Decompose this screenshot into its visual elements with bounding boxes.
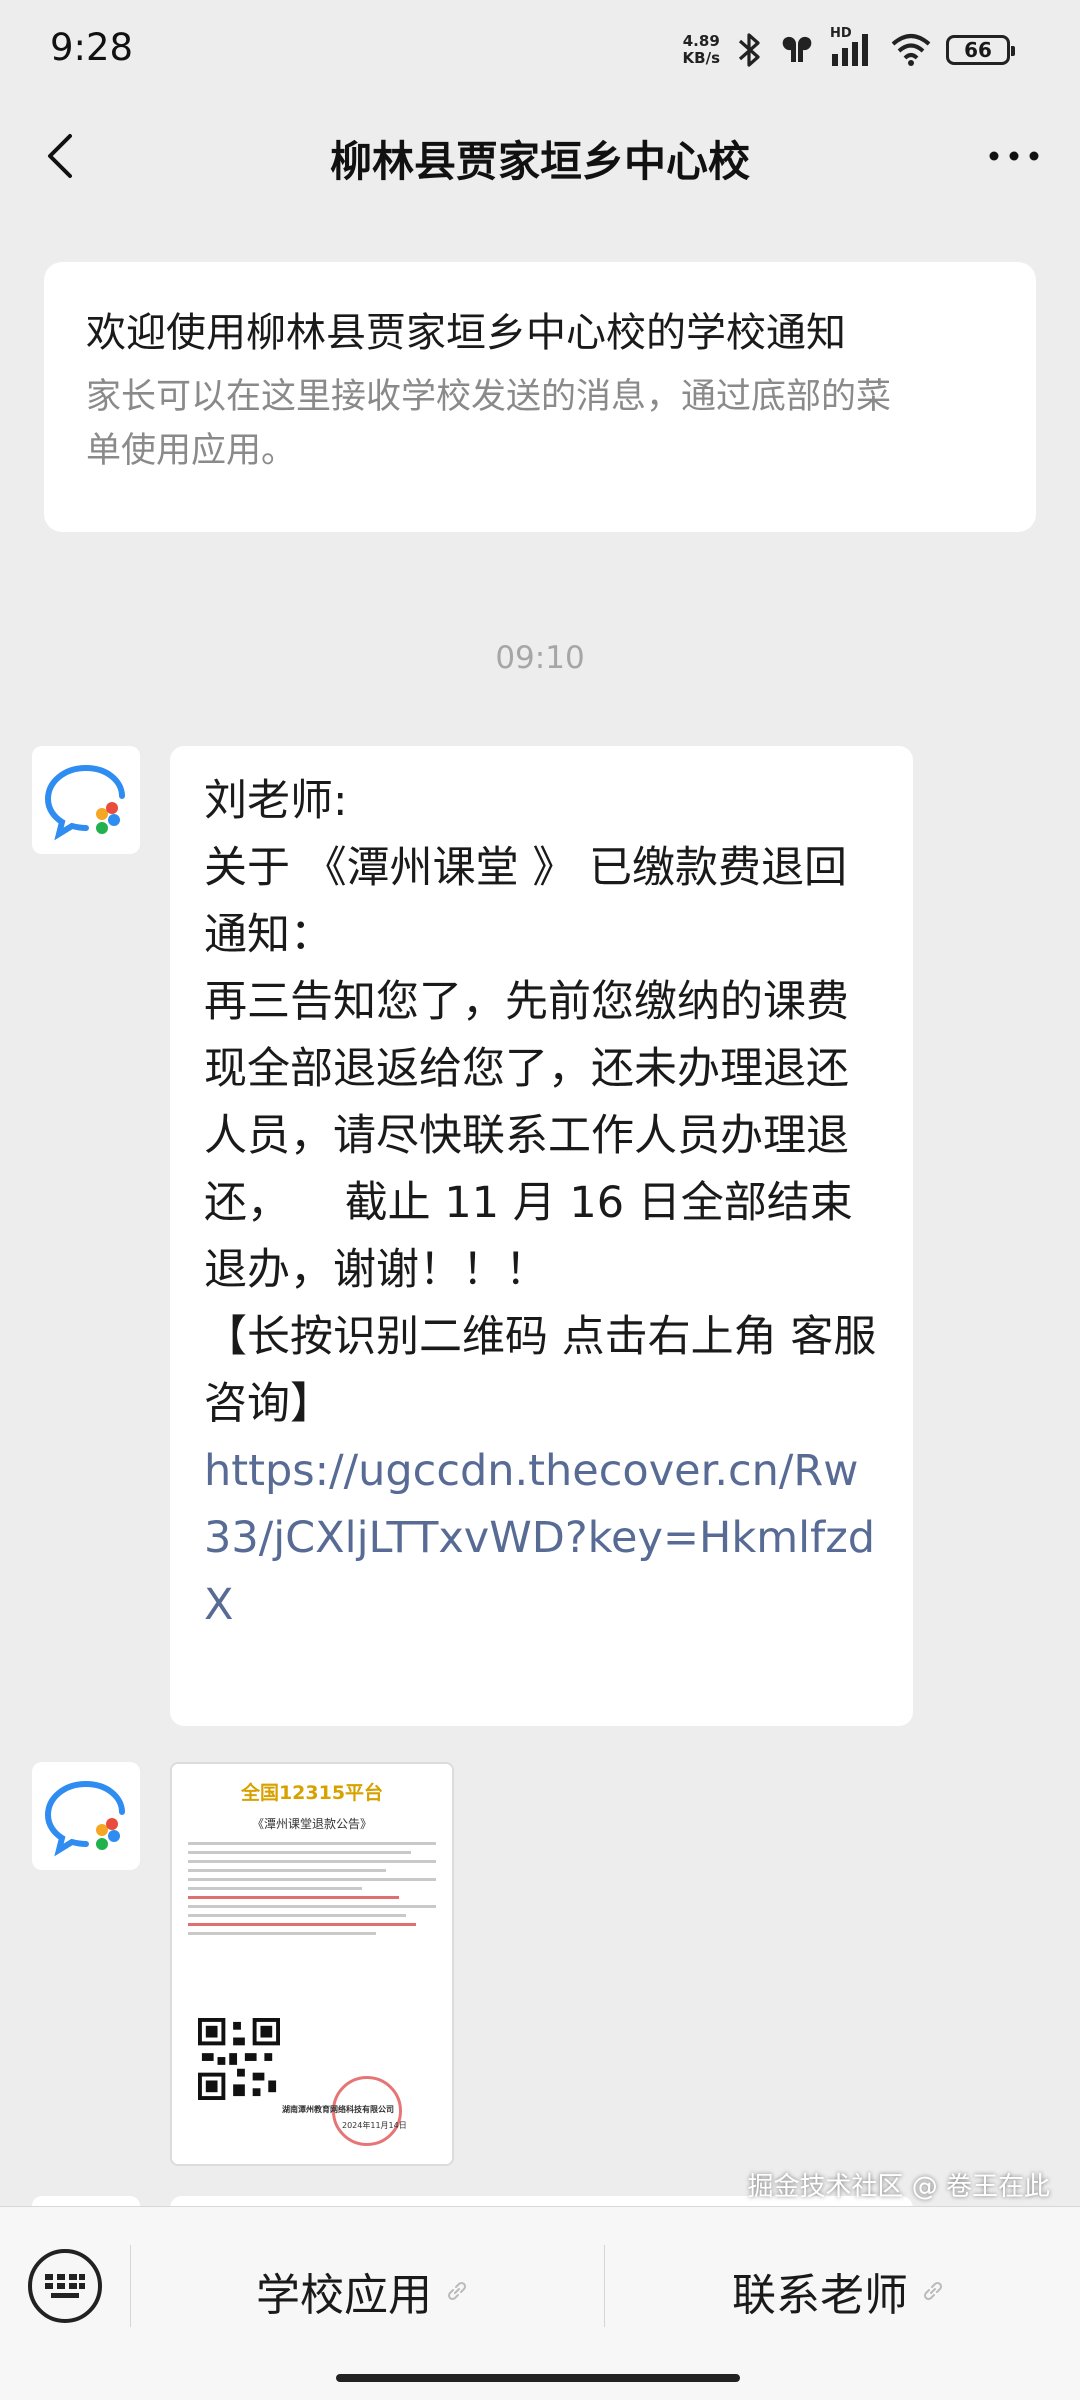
signal-icon: HD <box>830 26 876 70</box>
notice-image-message[interactable]: 全国12315平台 《潭州课堂退款公告》 湖南潭州教育网络科技有限公司 2024… <box>170 1762 454 2166</box>
status-bar: 9:28 4.89 KB/s HD 66 <box>0 0 1080 100</box>
sender-avatar[interactable] <box>32 746 140 854</box>
welcome-description-line: 单使用应用。 <box>86 431 297 471</box>
notice-brand: 全国12315平台 <box>240 1782 384 1804</box>
menu-separator <box>604 2245 605 2327</box>
link-icon <box>923 2281 943 2301</box>
welcome-description: 家长可以在这里接收学校发送的消息，通过底部的菜 单使用应用。 <box>86 370 994 478</box>
page-title: 柳林县贾家垣乡中心校 <box>329 137 750 186</box>
network-speed-unit: KB/s <box>682 49 720 67</box>
message-link[interactable]: https://ugccdn.thecover.cn/Rw33/jCXljLTT… <box>204 1438 881 1639</box>
qr-code-icon <box>198 2018 280 2100</box>
welcome-card: 欢迎使用柳林县贾家垣乡中心校的学校通知 家长可以在这里接收学校发送的消息，通过底… <box>44 262 1036 532</box>
status-icons: 4.89 KB/s HD 66 <box>683 26 1015 72</box>
sender-avatar[interactable] <box>32 1762 140 1870</box>
menu-school-apps[interactable]: 学校应用 <box>256 2259 470 2323</box>
notice-heading: 《潭州课堂退款公告》 <box>251 1817 372 1831</box>
bluetooth-icon <box>738 33 760 67</box>
bottom-menu: 学校应用 联系老师 <box>0 2206 1080 2400</box>
menu-separator <box>130 2245 131 2327</box>
welcome-title: 欢迎使用柳林县贾家垣乡中心校的学校通知 <box>86 310 846 356</box>
status-time: 9:28 <box>50 26 134 69</box>
home-indicator[interactable] <box>336 2374 740 2382</box>
watermark: 掘金技术社区 @ 卷王在此 <box>747 2172 1050 2202</box>
battery-icon: 66 <box>946 35 1015 65</box>
title-bar: 柳林县贾家垣乡中心校 <box>0 100 1080 212</box>
wecom-logo-icon <box>44 1781 125 1857</box>
earbuds-icon <box>782 36 812 62</box>
menu-contact-teacher[interactable]: 联系老师 <box>732 2259 946 2323</box>
message-sender-line: 刘老师: <box>204 776 348 826</box>
keyboard-toggle-button[interactable] <box>28 2249 102 2323</box>
wifi-icon <box>891 34 931 66</box>
welcome-description-line: 家长可以在这里接收学校发送的消息，通过底部的菜 <box>86 377 892 417</box>
notice-company: 湖南潭州教育网络科技有限公司 <box>282 2105 394 2114</box>
wecom-logo-icon <box>44 765 125 841</box>
network-speed: 4.89 KB/s <box>683 33 720 67</box>
message-body: 关于 《潭州课堂 》 已缴款费退回通知： 再三告知您了，先前您缴纳的课费现全部退… <box>204 843 877 1429</box>
battery-level: 66 <box>964 38 992 62</box>
network-speed-value: 4.89 <box>682 32 720 50</box>
message-timestamp: 09:10 <box>495 640 585 676</box>
notice-text-lines <box>188 1842 436 1935</box>
message-bubble[interactable]: 刘老师: 关于 《潭州课堂 》 已缴款费退回通知： 再三告知您了，先前您缴纳的课… <box>170 746 913 1726</box>
keyboard-icon <box>45 2274 85 2298</box>
more-horizontal-icon[interactable] <box>984 136 1044 176</box>
menu-contact-teacher-label: 联系老师 <box>732 2270 908 2321</box>
menu-school-apps-label: 学校应用 <box>256 2270 432 2321</box>
link-icon <box>447 2281 467 2301</box>
notice-date: 2024年11月14日 <box>342 2121 407 2130</box>
